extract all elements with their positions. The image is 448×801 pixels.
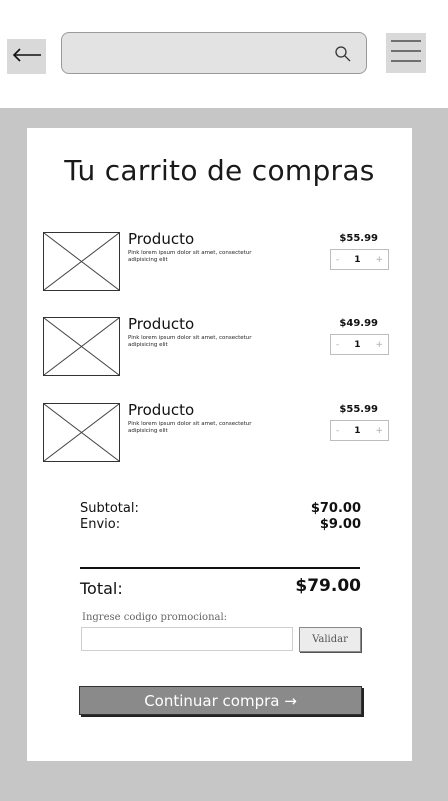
promo-code-label: Ingrese codigo promocional: bbox=[82, 612, 228, 623]
search-input[interactable] bbox=[74, 41, 328, 67]
validate-promo-button[interactable]: Validar bbox=[299, 627, 361, 652]
product-price: $49.99 bbox=[339, 318, 378, 329]
product-name: Producto bbox=[128, 230, 195, 248]
cart-item: Producto Pink lorem ipsum dolor sit amet… bbox=[43, 230, 393, 294]
shipping-value: $9.00 bbox=[319, 517, 361, 532]
product-description: Pink lorem ipsum dolor sit amet, consect… bbox=[128, 421, 252, 434]
product-description: Pink lorem ipsum dolor sit amet, consect… bbox=[128, 335, 252, 348]
increase-quantity-button[interactable]: + bbox=[375, 426, 383, 436]
product-price: $55.99 bbox=[339, 404, 378, 415]
decrease-quantity-button[interactable]: - bbox=[336, 255, 339, 265]
search-bar bbox=[61, 32, 367, 74]
product-image-placeholder bbox=[43, 317, 120, 376]
search-icon[interactable] bbox=[334, 45, 352, 63]
back-button[interactable] bbox=[7, 39, 46, 74]
product-description: Pink lorem ipsum dolor sit amet, consect… bbox=[128, 250, 252, 263]
product-name: Producto bbox=[128, 315, 195, 333]
increase-quantity-button[interactable]: + bbox=[375, 340, 383, 350]
summary-divider bbox=[80, 567, 360, 569]
quantity-value: 1 bbox=[354, 254, 361, 265]
cart-item: Producto Pink lorem ipsum dolor sit amet… bbox=[43, 401, 393, 465]
quantity-stepper: - 1 + bbox=[330, 249, 389, 270]
cart-panel: Tu carrito de compras Producto Pink lore… bbox=[27, 128, 412, 761]
cart-item: Producto Pink lorem ipsum dolor sit amet… bbox=[43, 315, 393, 379]
product-image-placeholder bbox=[43, 232, 120, 291]
top-bar bbox=[0, 0, 448, 108]
subtotal-label: Subtotal: bbox=[80, 501, 139, 516]
left-arrow-icon bbox=[12, 47, 42, 66]
subtotal-value: $70.00 bbox=[310, 501, 361, 516]
quantity-stepper: - 1 + bbox=[330, 420, 389, 441]
product-name: Producto bbox=[128, 401, 195, 419]
continue-purchase-button[interactable]: Continuar compra → bbox=[79, 686, 362, 715]
quantity-value: 1 bbox=[354, 339, 361, 350]
increase-quantity-button[interactable]: + bbox=[375, 255, 383, 265]
product-image-placeholder bbox=[43, 403, 120, 462]
hamburger-menu-icon bbox=[390, 38, 422, 68]
promo-code-input[interactable] bbox=[81, 627, 293, 651]
quantity-stepper: - 1 + bbox=[330, 334, 389, 355]
menu-button[interactable] bbox=[386, 33, 426, 73]
shipping-label: Envio: bbox=[80, 517, 121, 532]
total-label: Total: bbox=[80, 579, 123, 598]
decrease-quantity-button[interactable]: - bbox=[336, 426, 339, 436]
page-title: Tu carrito de compras bbox=[64, 154, 375, 187]
product-price: $55.99 bbox=[339, 233, 378, 244]
quantity-value: 1 bbox=[354, 425, 361, 436]
decrease-quantity-button[interactable]: - bbox=[336, 340, 339, 350]
total-value: $79.00 bbox=[295, 576, 361, 596]
